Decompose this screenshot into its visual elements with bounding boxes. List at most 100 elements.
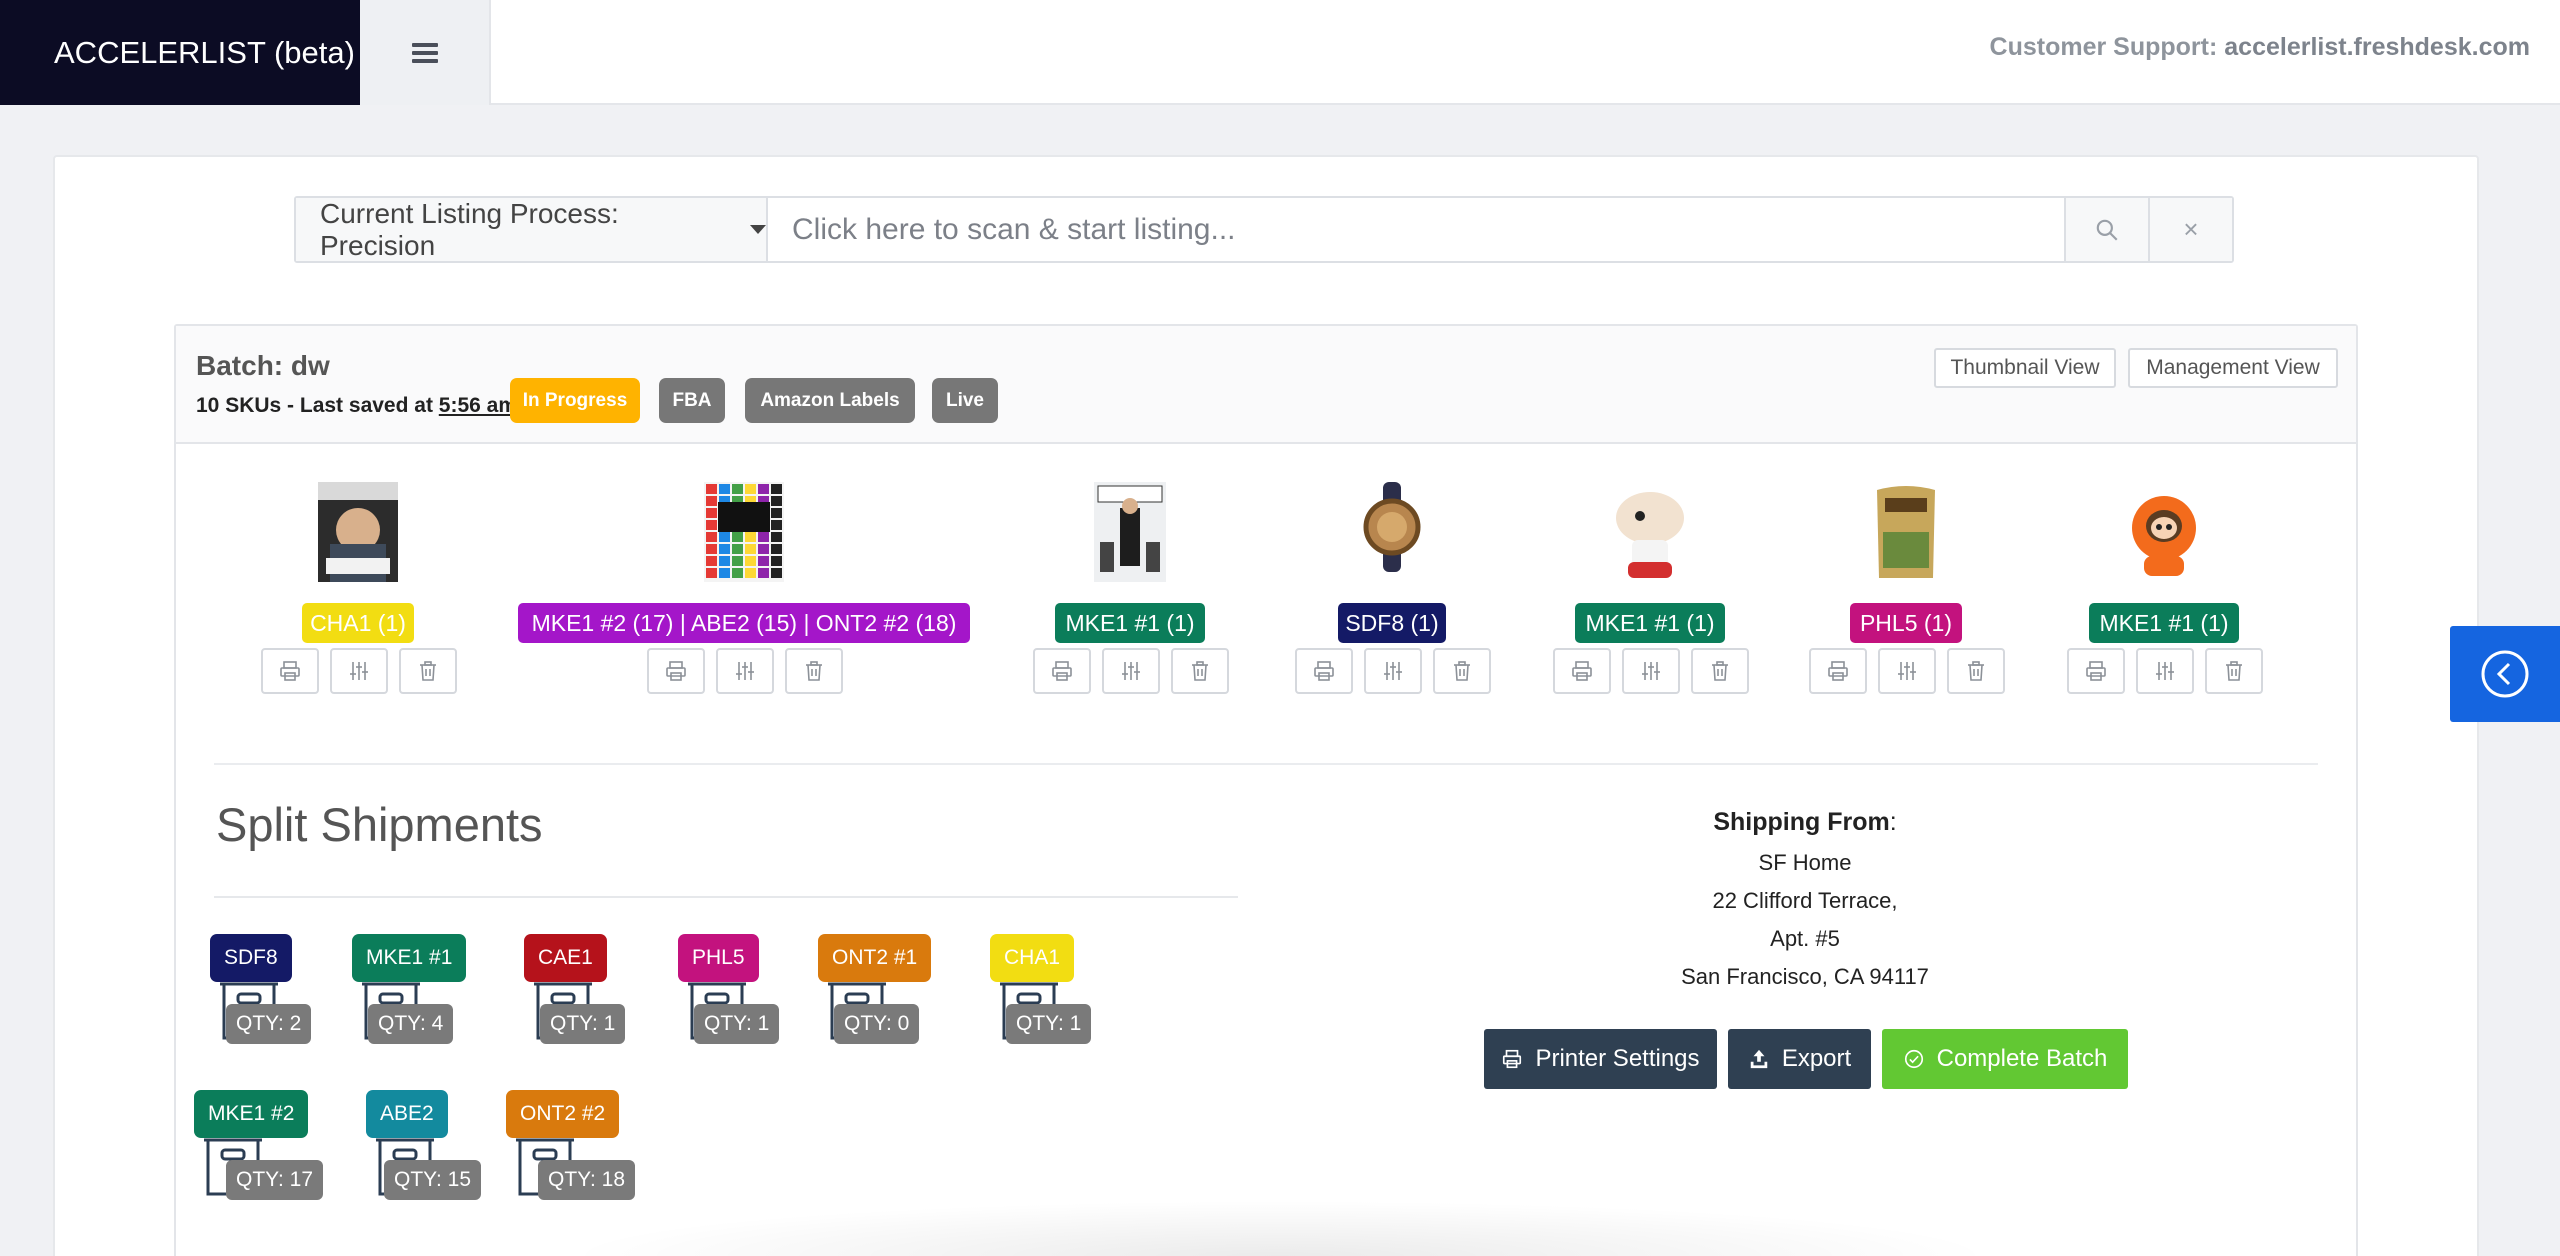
printer-settings-button[interactable]: Printer Settings [1484,1029,1717,1089]
sliders-icon [1384,662,1402,680]
product-fc-badge: MKE1 #1 (1) [1575,603,1725,643]
print-button[interactable] [1295,648,1353,694]
complete-batch-label: Complete Batch [1936,1045,2108,1072]
printer-settings-label: Printer Settings [1535,1045,1700,1072]
fulfillment-center-tag: CAE1 [524,934,607,982]
fulfillment-center-tag: PHL5 [678,934,759,982]
print-button[interactable] [2067,648,2125,694]
delete-button[interactable] [785,648,843,694]
complete-batch-button[interactable]: Complete Batch [1882,1029,2128,1089]
caret-down-icon [750,225,766,234]
clear-button[interactable]: × [2148,198,2232,261]
quantity-badge: QTY: 4 [368,1004,454,1044]
batch-header: Batch: dw 10 SKUs - Last saved at 5:56 a… [176,326,2356,444]
quantity-badge: QTY: 1 [694,1004,780,1044]
badge-live: Live [932,378,998,423]
print-button[interactable] [1033,648,1091,694]
printer-icon [1314,661,1334,681]
divider [214,763,2318,765]
trash-icon [1968,661,1984,681]
product-fc-badge: CHA1 (1) [302,603,414,643]
search-button[interactable] [2064,198,2148,261]
divider [214,896,1238,898]
menu-toggle-button[interactable] [360,0,491,105]
fulfillment-center-tag: SDF8 [210,934,292,982]
adjust-button[interactable] [2136,648,2194,694]
adjust-button[interactable] [1878,648,1936,694]
print-button[interactable] [647,648,705,694]
product-image-wooden-watch[interactable] [1357,482,1427,577]
delete-button[interactable] [1171,648,1229,694]
trash-icon [1712,661,1728,681]
bottom-shadow [560,1200,2000,1256]
adjust-button[interactable] [1364,648,1422,694]
adjust-button[interactable] [1102,648,1160,694]
batch-panel: Batch: dw 10 SKUs - Last saved at 5:56 a… [174,324,2358,1256]
print-button[interactable] [1553,648,1611,694]
product-image-stewie-plush-toy[interactable] [1602,482,1698,587]
adjust-button[interactable] [1622,648,1680,694]
sliders-icon [736,662,754,680]
brand-logo[interactable]: ACCELERLIST (beta) [0,0,360,105]
scan-search-bar: Current Listing Process: Precision Click… [294,196,2234,263]
product-image-kenny-plush-toy[interactable] [2129,482,2199,587]
delete-button[interactable] [1947,648,2005,694]
export-button[interactable]: Export [1728,1029,1871,1089]
product-image-book-cover-dave-ramsey[interactable] [318,482,398,587]
printer-icon [1828,661,1848,681]
printer-icon [666,661,686,681]
saved-time: 5:56 am [438,394,517,417]
sliders-icon [1898,662,1916,680]
product-image-book-cover-fat-chance[interactable] [704,482,784,587]
check-circle-icon [1904,1049,1923,1069]
sidebar-toggle-button[interactable] [2450,626,2560,722]
address-apt: Apt. #5 [1770,926,1840,951]
address-city: San Francisco, CA 94117 [1681,964,1929,989]
split-shipment-box[interactable]: CAE1 QTY: 1 [524,934,644,1074]
product-image-pet-food-bag[interactable] [1871,482,1941,587]
quantity-badge: QTY: 2 [226,1004,312,1044]
thumbnail-view-button[interactable]: Thumbnail View [1934,348,2116,388]
delete-button[interactable] [1433,648,1491,694]
split-shipment-box[interactable]: CHA1 QTY: 1 [990,934,1110,1074]
trash-icon [806,661,822,681]
listing-process-dropdown[interactable]: Current Listing Process: Precision [296,198,768,261]
printer-icon [1572,661,1592,681]
upload-icon [1750,1049,1768,1069]
management-view-button[interactable]: Management View [2128,348,2338,388]
quantity-badge: QTY: 18 [538,1160,636,1200]
quantity-badge: QTY: 1 [540,1004,626,1044]
product-fc-badge: MKE1 #1 (1) [1055,603,1205,643]
adjust-button[interactable] [330,648,388,694]
split-shipment-box[interactable]: PHL5 QTY: 1 [678,934,798,1074]
split-shipment-box[interactable]: MKE1 #2 QTY: 17 [194,1090,324,1230]
adjust-button[interactable] [716,648,774,694]
scan-input[interactable]: Click here to scan & start listing... [768,198,2064,261]
sliders-icon [2156,662,2174,680]
split-shipment-box[interactable]: MKE1 #1 QTY: 4 [352,934,472,1074]
fulfillment-center-tag: ABE2 [366,1090,448,1138]
listing-process-label: Current Listing Process: Precision [320,197,619,261]
delete-button[interactable] [399,648,457,694]
support-link[interactable]: accelerlist.freshdesk.com [2224,33,2530,61]
delete-button[interactable] [2205,648,2263,694]
fulfillment-center-tag: MKE1 #1 [352,934,467,982]
split-shipment-box[interactable]: ONT2 #1 QTY: 0 [818,934,938,1074]
batch-meta-prefix: 10 SKUs - Last saved at [196,394,439,417]
fulfillment-center-tag: CHA1 [990,934,1075,982]
printer-icon [1503,1049,1522,1069]
print-button[interactable] [261,648,319,694]
print-button[interactable] [1809,648,1867,694]
split-shipment-box[interactable]: ABE2 QTY: 15 [366,1090,486,1230]
quantity-badge: QTY: 1 [1006,1004,1092,1044]
customer-support: Customer Support: accelerlist.freshdesk.… [1990,33,2530,62]
batch-meta: 10 SKUs - Last saved at 5:56 am [196,394,517,418]
delete-button[interactable] [1691,648,1749,694]
quantity-badge: QTY: 0 [834,1004,920,1044]
split-shipment-box[interactable]: SDF8 QTY: 2 [210,934,330,1074]
top-bar: ACCELERLIST (beta) Customer Support: acc… [0,0,2560,105]
sliders-icon [1642,662,1660,680]
trash-icon [2226,661,2242,681]
product-image-dvd-cover-the-office[interactable] [1094,482,1166,587]
address-street: 22 Clifford Terrace, [1712,888,1898,913]
